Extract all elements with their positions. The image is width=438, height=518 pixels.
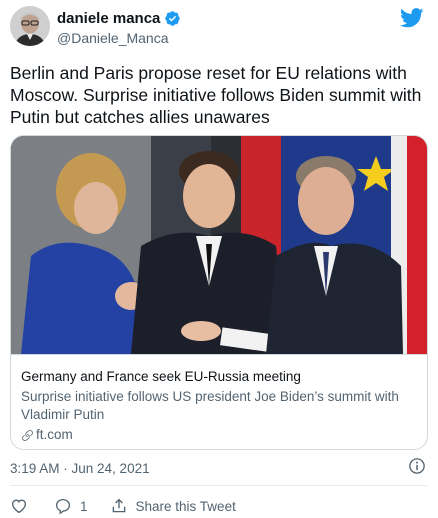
reply-button[interactable]: 1 (54, 497, 88, 515)
news-photo-image (11, 136, 427, 354)
heart-icon (11, 499, 27, 514)
author-display-name[interactable]: daniele manca (57, 10, 160, 27)
twitter-bird-icon[interactable] (400, 8, 424, 28)
share-label[interactable]: Share this Tweet (136, 499, 236, 514)
verified-badge-icon (165, 11, 181, 26)
avatar[interactable] (10, 6, 50, 46)
avatar-photo (10, 6, 50, 46)
tweet-text: Berlin and Paris propose reset for EU re… (10, 63, 422, 127)
link-card[interactable]: Germany and France seek EU-Russia meetin… (10, 135, 428, 450)
card-body[interactable]: Germany and France seek EU-Russia meetin… (11, 354, 427, 449)
reply-count: 1 (80, 498, 88, 514)
share-button[interactable]: Share this Tweet (110, 497, 236, 515)
card-image[interactable] (11, 136, 427, 354)
info-icon[interactable] (408, 457, 426, 475)
card-description: Surprise initiative follows US president… (21, 389, 399, 422)
action-divider (10, 485, 428, 486)
reply-bubble-icon (55, 498, 71, 515)
card-title[interactable]: Germany and France seek EU-Russia meetin… (21, 368, 417, 386)
like-button[interactable] (10, 497, 28, 515)
link-icon (22, 429, 33, 441)
share-icon (112, 498, 125, 513)
author-handle[interactable]: @Daniele_Manca (57, 30, 169, 46)
tweet-actions: 1 Share this Tweet (10, 496, 428, 516)
tweet-timestamp[interactable]: 3:19 AM · Jun 24, 2021 (10, 461, 150, 476)
tweet-header: daniele manca @Daniele_Manca (10, 6, 428, 50)
card-domain-label[interactable]: ft.com (36, 426, 73, 444)
card-domain[interactable]: ft.com (21, 426, 417, 444)
